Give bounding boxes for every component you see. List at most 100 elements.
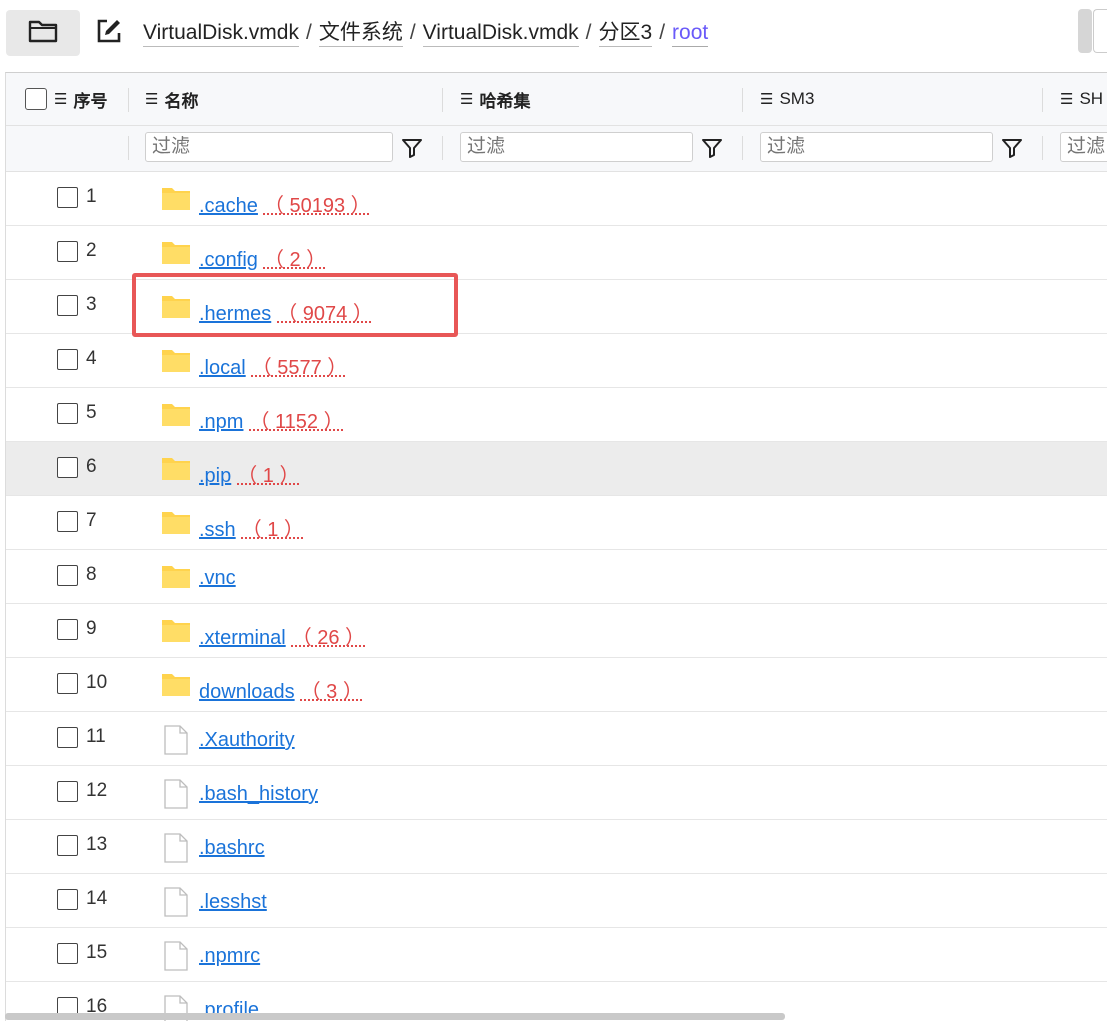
column-divider[interactable] — [742, 88, 743, 112]
column-menu-icon[interactable]: ☰ — [145, 90, 158, 108]
column-divider[interactable] — [442, 88, 443, 112]
item-name-link[interactable]: .bash_history — [199, 783, 318, 805]
row-checkbox[interactable] — [57, 943, 78, 964]
row-checkbox[interactable] — [57, 619, 78, 640]
name-filter-input[interactable] — [145, 132, 393, 162]
sha-filter-input[interactable] — [1060, 132, 1107, 162]
row-name[interactable]: .local （ 5577 ） — [199, 351, 347, 380]
table-row[interactable]: 5 .npm （ 1152 ） — [6, 388, 1107, 442]
item-name-link[interactable]: .xterminal — [199, 627, 286, 649]
table-row[interactable]: 7 .ssh （ 1 ） — [6, 496, 1107, 550]
item-count[interactable]: （ 5577 ） — [252, 357, 348, 379]
filter-icon[interactable] — [400, 136, 424, 160]
item-name-link[interactable]: .Xauthority — [199, 729, 295, 751]
row-checkbox[interactable] — [57, 511, 78, 532]
table-row[interactable]: 13 .bashrc — [6, 820, 1107, 874]
row-checkbox[interactable] — [57, 187, 78, 208]
table-row[interactable]: 11 .Xauthority — [6, 712, 1107, 766]
row-name[interactable]: .bashrc — [199, 837, 271, 860]
item-name-link[interactable]: .lesshst — [199, 891, 267, 913]
column-menu-icon[interactable]: ☰ — [54, 90, 67, 108]
item-count[interactable]: （ 50193 ） — [264, 195, 371, 217]
panel-handle[interactable] — [1078, 9, 1092, 53]
row-name[interactable]: .npmrc — [199, 945, 266, 968]
row-checkbox[interactable] — [57, 835, 78, 856]
row-checkbox[interactable] — [57, 673, 78, 694]
item-name-link[interactable]: .npm — [199, 411, 243, 433]
table-row[interactable]: 4 .local （ 5577 ） — [6, 334, 1107, 388]
row-index: 15 — [86, 942, 108, 963]
column-header-sha[interactable]: ☰ SH — [1060, 73, 1103, 125]
item-name-link[interactable]: downloads — [199, 681, 295, 703]
row-name[interactable]: .vnc — [199, 567, 242, 590]
table-row[interactable]: 8 .vnc — [6, 550, 1107, 604]
column-header-hashset[interactable]: ☰ 哈希集 — [460, 73, 530, 125]
column-menu-icon[interactable]: ☰ — [760, 90, 773, 108]
item-name-link[interactable]: .npmrc — [199, 945, 260, 967]
row-name[interactable]: downloads （ 3 ） — [199, 675, 363, 704]
row-name[interactable]: .bash_history — [199, 783, 324, 806]
table-row[interactable]: 12 .bash_history — [6, 766, 1107, 820]
breadcrumb-item-root[interactable]: root — [672, 20, 709, 47]
row-name[interactable]: .lesshst — [199, 891, 273, 914]
item-count[interactable]: （ 2 ） — [264, 249, 326, 271]
row-index: 9 — [86, 618, 97, 639]
breadcrumb-item-vmdk-2[interactable]: VirtualDisk.vmdk — [422, 20, 579, 47]
filter-icon[interactable] — [1000, 136, 1024, 160]
column-header-index[interactable]: ☰ 序号 — [54, 73, 107, 125]
row-name[interactable]: .config （ 2 ） — [199, 243, 326, 272]
horizontal-scrollbar[interactable] — [5, 1013, 785, 1020]
hashset-filter-input[interactable] — [460, 132, 693, 162]
panel-handle-secondary[interactable] — [1093, 9, 1107, 53]
item-name-link[interactable]: .local — [199, 357, 246, 379]
select-all-checkbox[interactable] — [25, 88, 47, 110]
row-name[interactable]: .xterminal （ 26 ） — [199, 621, 365, 650]
item-name-link[interactable]: .pip — [199, 465, 231, 487]
item-count[interactable]: （ 1152 ） — [249, 411, 343, 433]
row-name[interactable]: .cache （ 50193 ） — [199, 189, 371, 218]
column-header-name[interactable]: ☰ 名称 — [145, 73, 198, 125]
row-checkbox[interactable] — [57, 349, 78, 370]
row-checkbox[interactable] — [57, 241, 78, 262]
column-divider[interactable] — [1042, 88, 1043, 112]
table-row[interactable]: 6 .pip （ 1 ） — [6, 442, 1107, 496]
row-checkbox[interactable] — [57, 781, 78, 802]
row-checkbox[interactable] — [57, 295, 78, 316]
column-header-sm3[interactable]: ☰ SM3 — [760, 73, 814, 125]
row-checkbox[interactable] — [57, 727, 78, 748]
item-count[interactable]: （ 1 ） — [237, 465, 299, 487]
row-checkbox[interactable] — [57, 457, 78, 478]
row-checkbox[interactable] — [57, 889, 78, 910]
table-row[interactable]: 1 .cache （ 50193 ） — [6, 172, 1107, 226]
table-row[interactable]: 15 .npmrc — [6, 928, 1107, 982]
item-name-link[interactable]: .vnc — [199, 567, 236, 589]
table-row[interactable]: 9 .xterminal （ 26 ） — [6, 604, 1107, 658]
edit-button[interactable] — [94, 18, 124, 48]
breadcrumb-item-partition[interactable]: 分区3 — [598, 20, 653, 47]
row-name[interactable]: .Xauthority — [199, 729, 301, 752]
folder-button[interactable] — [6, 10, 80, 56]
item-name-link[interactable]: .config — [199, 249, 258, 271]
row-index: 3 — [86, 294, 97, 315]
column-divider[interactable] — [128, 88, 129, 112]
item-count[interactable]: （ 1 ） — [242, 519, 304, 541]
item-name-link[interactable]: .cache — [199, 195, 258, 217]
filter-icon[interactable] — [700, 136, 724, 160]
item-name-link[interactable]: .bashrc — [199, 837, 265, 859]
breadcrumb-item-vmdk[interactable]: VirtualDisk.vmdk — [143, 20, 299, 47]
item-count[interactable]: （ 3 ） — [301, 681, 363, 703]
column-menu-icon[interactable]: ☰ — [460, 90, 473, 108]
table-row[interactable]: 14 .lesshst — [6, 874, 1107, 928]
row-name[interactable]: .npm （ 1152 ） — [199, 405, 344, 434]
item-name-link[interactable]: .ssh — [199, 519, 236, 541]
table-row[interactable]: 10 downloads （ 3 ） — [6, 658, 1107, 712]
row-checkbox[interactable] — [57, 565, 78, 586]
breadcrumb-item-filesystem[interactable]: 文件系统 — [318, 20, 403, 47]
table-row[interactable]: 2 .config （ 2 ） — [6, 226, 1107, 280]
row-checkbox[interactable] — [57, 403, 78, 424]
row-name[interactable]: .pip （ 1 ） — [199, 459, 300, 488]
sm3-filter-input[interactable] — [760, 132, 993, 162]
item-count[interactable]: （ 26 ） — [292, 627, 365, 649]
row-name[interactable]: .ssh （ 1 ） — [199, 513, 304, 542]
column-menu-icon[interactable]: ☰ — [1060, 90, 1073, 108]
